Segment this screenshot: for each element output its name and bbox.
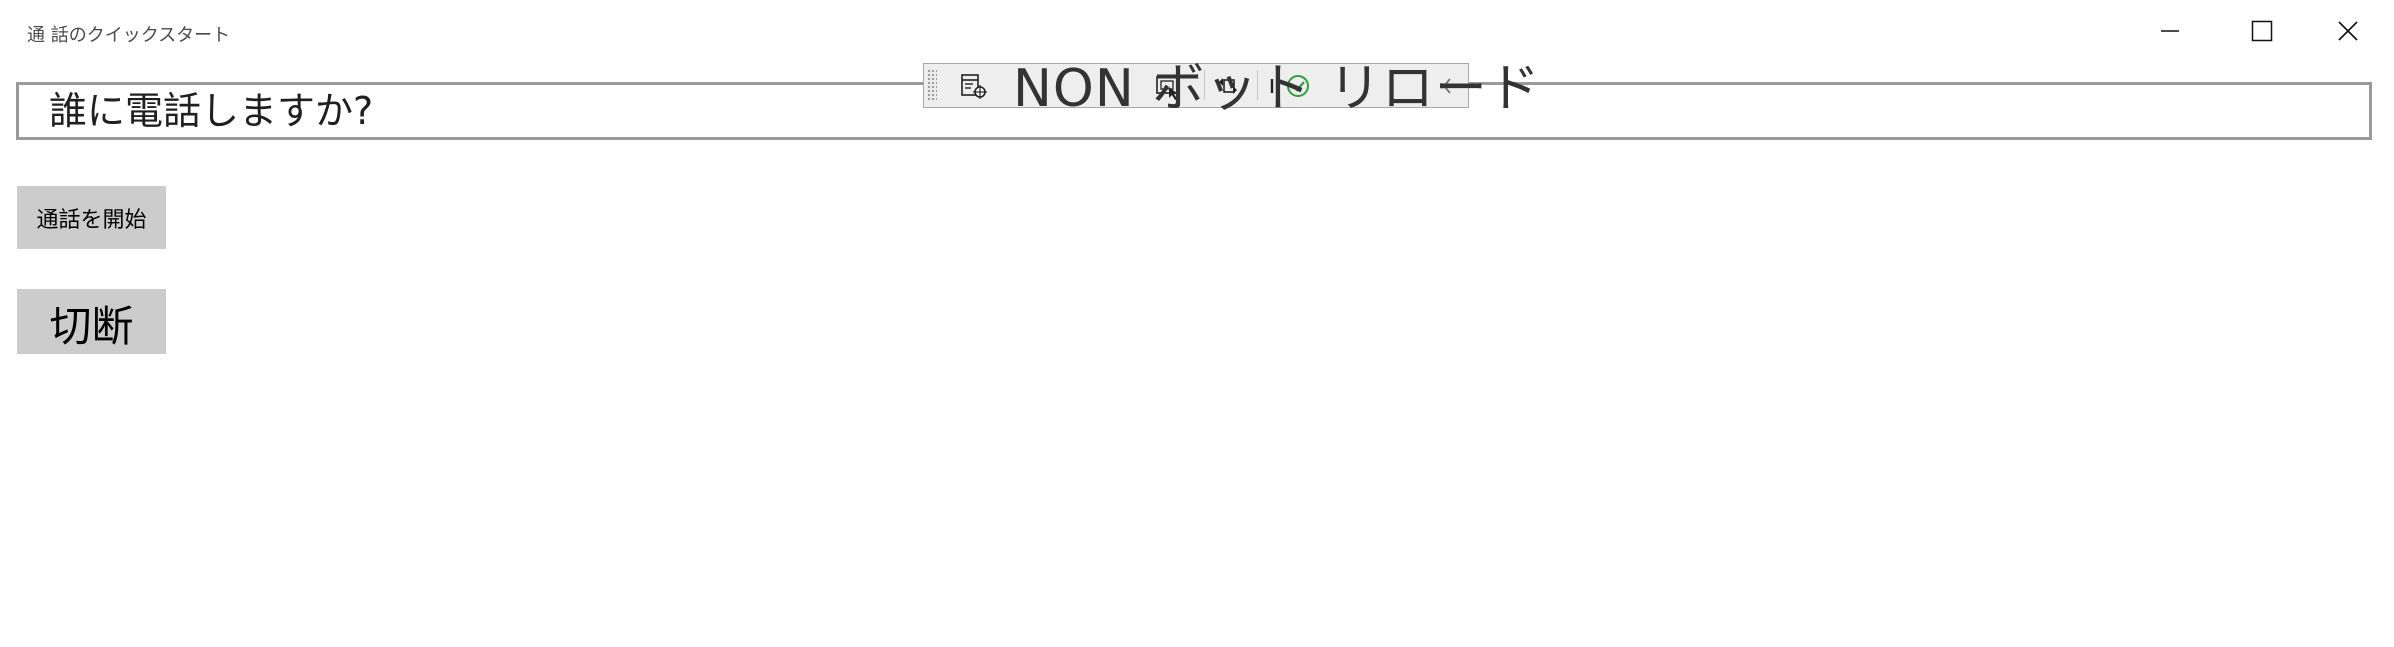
minimize-icon: [2161, 30, 2179, 32]
maximize-icon: [2251, 20, 2273, 42]
maximize-button[interactable]: [2216, 0, 2308, 62]
start-call-button[interactable]: 通話を開始: [17, 186, 166, 249]
overlay-label: NON ボット リロード: [1013, 59, 1541, 119]
minimize-button[interactable]: [2124, 0, 2216, 62]
live-visual-tree-icon[interactable]: [956, 69, 992, 103]
hang-up-button[interactable]: 切断: [17, 289, 166, 354]
window-title: 通 話のクイックスタート: [27, 25, 231, 46]
close-icon: [2338, 21, 2358, 41]
app-window: 通 話のクイックスタート 通話を開始 切断: [0, 0, 2394, 647]
toolbar-grip[interactable]: [927, 69, 937, 102]
hang-up-label: 切断: [49, 303, 134, 350]
close-button[interactable]: [2302, 0, 2394, 62]
